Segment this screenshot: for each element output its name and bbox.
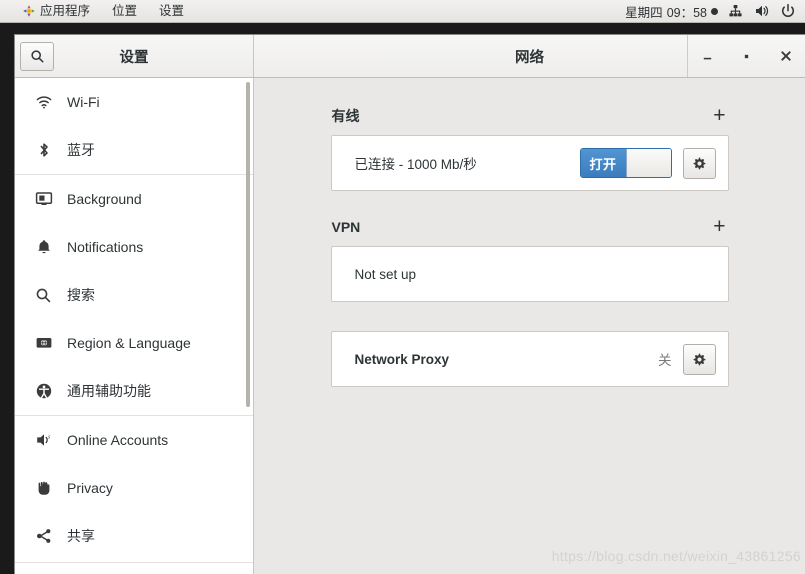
sidebar-item-notifications[interactable]: Notifications bbox=[15, 223, 253, 271]
watermark: https://blog.csdn.net/weixin_43861256 bbox=[551, 548, 801, 564]
sidebar-item-wifi[interactable]: Wi-Fi bbox=[15, 78, 253, 126]
add-vpn-button[interactable]: + bbox=[711, 216, 727, 237]
wired-section-title: 有线 bbox=[331, 107, 360, 124]
top-menu-applications[interactable]: 应用程序 bbox=[11, 0, 101, 22]
top-menu-places-label: 位置 bbox=[112, 4, 138, 18]
wired-status-label: 已连接 - 1000 Mb/秒 bbox=[354, 157, 477, 172]
network-proxy-row[interactable]: Network Proxy 关 bbox=[332, 332, 728, 386]
network-proxy-label: Network Proxy bbox=[354, 351, 450, 367]
sidebar-item-label: Notifications bbox=[67, 239, 144, 255]
notification-dot-icon bbox=[711, 7, 718, 15]
wired-connection-row[interactable]: 已连接 - 1000 Mb/秒 打开 bbox=[332, 136, 728, 190]
sidebar-item-region-language[interactable]: Region & Language bbox=[15, 319, 253, 367]
sidebar-scrollbar[interactable] bbox=[246, 82, 250, 407]
gnome-top-panel: 应用程序 位置 设置 星期四 09：58 bbox=[0, 0, 805, 23]
network-content: 有线 + 已连接 - 1000 Mb/秒 打开 VPN + Not set up… bbox=[330, 78, 729, 387]
sidebar-item-label: 搜索 bbox=[67, 287, 95, 303]
share-icon bbox=[34, 527, 53, 546]
wired-card: 已连接 - 1000 Mb/秒 打开 bbox=[330, 135, 729, 191]
sidebar-item-label: Background bbox=[67, 191, 142, 207]
network-wired-icon[interactable] bbox=[727, 3, 744, 20]
wired-toggle-knob bbox=[625, 149, 671, 177]
page-title: 网络 bbox=[515, 49, 544, 66]
hand-privacy-icon bbox=[34, 479, 53, 498]
vpn-card: Not set up bbox=[330, 246, 729, 302]
settings-window: 设置 网络 Wi-Fi 蓝牙 Background Notifications … bbox=[14, 34, 805, 574]
gear-icon bbox=[692, 156, 707, 171]
window-body: Wi-Fi 蓝牙 Background Notifications 搜索 Reg… bbox=[15, 78, 805, 574]
window-titlebar: 设置 网络 bbox=[15, 35, 805, 78]
sidebar-item-bluetooth[interactable]: 蓝牙 bbox=[15, 126, 253, 174]
wifi-icon bbox=[34, 93, 53, 112]
sidebar-item-background[interactable]: Background bbox=[15, 175, 253, 223]
wired-toggle-state-label: 打开 bbox=[580, 149, 626, 177]
vpn-section-header: VPN + bbox=[331, 216, 729, 246]
wired-section-header: 有线 + bbox=[331, 105, 729, 135]
sidebar-item-label: Privacy bbox=[67, 480, 113, 496]
top-menu-applications-label: 应用程序 bbox=[40, 4, 91, 18]
vpn-section-title: VPN bbox=[331, 218, 361, 235]
screen: 应用程序 位置 设置 星期四 09：58 设置 网络 Wi-Fi 蓝牙 Back… bbox=[0, 0, 805, 574]
sidebar-item-label: 通用辅助功能 bbox=[67, 383, 151, 399]
top-panel-menus: 应用程序 位置 设置 bbox=[0, 0, 195, 22]
sidebar-item-universal-access[interactable]: 通用辅助功能 bbox=[15, 367, 253, 415]
sidebar-item-label: 共享 bbox=[67, 528, 95, 544]
bluetooth-icon bbox=[34, 141, 53, 160]
sidebar-item-privacy[interactable]: Privacy bbox=[15, 464, 253, 512]
clock[interactable]: 星期四 09：58 bbox=[625, 2, 718, 21]
sidebar-item-label: Wi-Fi bbox=[67, 94, 100, 110]
top-menu-places[interactable]: 位置 bbox=[101, 0, 148, 22]
settings-sidebar: Wi-Fi 蓝牙 Background Notifications 搜索 Reg… bbox=[15, 78, 254, 574]
sidebar-item-label: Online Accounts bbox=[67, 432, 169, 448]
top-menu-settings-label: 设置 bbox=[159, 4, 185, 18]
gear-icon bbox=[692, 352, 707, 367]
svg-text:s: s bbox=[48, 435, 51, 441]
vpn-status-label: Not set up bbox=[354, 266, 417, 282]
sidebar-item-label: 蓝牙 bbox=[67, 142, 95, 158]
wired-row-controls: 打开 bbox=[579, 147, 716, 179]
power-icon[interactable] bbox=[779, 3, 796, 20]
sidebar-header: 设置 bbox=[15, 35, 254, 77]
wired-settings-button[interactable] bbox=[682, 147, 716, 179]
globe-language-icon bbox=[34, 334, 53, 353]
wired-toggle-switch[interactable]: 打开 bbox=[579, 148, 672, 178]
monitor-background-icon bbox=[34, 190, 53, 209]
sidebar-list: Wi-Fi 蓝牙 Background Notifications 搜索 Reg… bbox=[15, 78, 253, 560]
network-proxy-card: Network Proxy 关 bbox=[330, 331, 729, 387]
clock-time: 09：58 bbox=[666, 5, 707, 20]
sidebar-item-label: Region & Language bbox=[67, 335, 191, 351]
top-panel-status-area: 星期四 09：58 bbox=[625, 2, 805, 21]
sidebar-item-search[interactable]: 搜索 bbox=[15, 271, 253, 319]
network-proxy-controls: 关 bbox=[658, 343, 716, 375]
applications-logo-icon bbox=[22, 4, 36, 18]
sidebar-bottom-divider bbox=[15, 562, 253, 563]
sidebar-item-sharing[interactable]: 共享 bbox=[15, 512, 253, 560]
vpn-row[interactable]: Not set up bbox=[332, 247, 728, 301]
sidebar-item-online-accounts[interactable]: s Online Accounts bbox=[15, 416, 253, 464]
accessibility-icon bbox=[34, 382, 53, 401]
search-icon bbox=[34, 286, 53, 305]
top-menu-settings[interactable]: 设置 bbox=[148, 0, 195, 22]
network-panel: 有线 + 已连接 - 1000 Mb/秒 打开 VPN + Not set up… bbox=[254, 78, 805, 574]
clock-day: 星期四 bbox=[625, 5, 663, 20]
main-header: 网络 bbox=[254, 35, 805, 77]
volume-icon[interactable] bbox=[753, 3, 770, 20]
online-accounts-icon: s bbox=[34, 431, 53, 450]
add-wired-button[interactable]: + bbox=[711, 105, 727, 126]
network-proxy-state: 关 bbox=[658, 353, 672, 368]
bell-icon bbox=[34, 238, 53, 257]
network-proxy-settings-button[interactable] bbox=[682, 343, 716, 375]
search-button[interactable] bbox=[20, 41, 54, 71]
